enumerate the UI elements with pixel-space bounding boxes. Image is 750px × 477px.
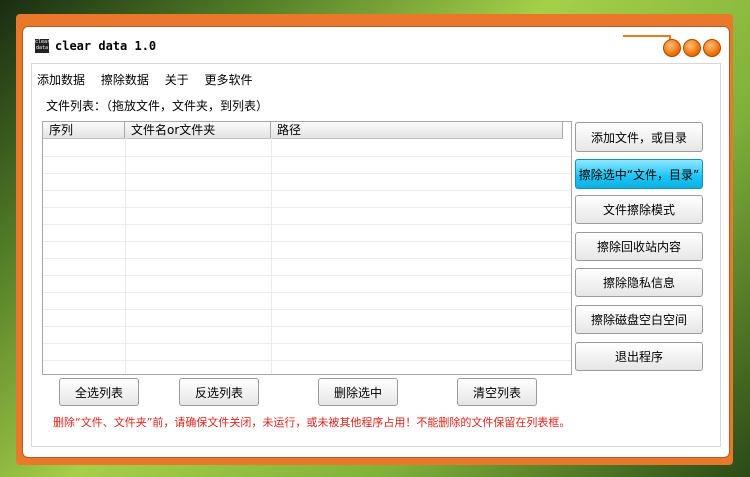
table-row (43, 343, 571, 344)
watermark-url: www.xiazaiba.com (598, 434, 698, 443)
close-button[interactable] (703, 39, 721, 57)
empty-recycle-bin-button[interactable]: 擦除回收站内容 (575, 232, 703, 261)
erase-selected-button[interactable]: 擦除选中“文件，目录” (575, 159, 703, 189)
table-row (43, 360, 571, 361)
table-row (43, 326, 571, 327)
table-row (43, 292, 571, 293)
table-row (43, 241, 571, 242)
column-header-index[interactable]: 序列 (43, 122, 125, 138)
file-list-label: 文件列表：（拖放文件，文件夹，到列表） (46, 99, 269, 113)
select-all-button[interactable]: 全选列表 (59, 378, 139, 406)
window-title: clear data 1.0 (55, 39, 157, 53)
app-window: clear data clear data 1.0 添加数据 擦除数据 关于 更… (22, 26, 730, 458)
erase-privacy-button[interactable]: 擦除隐私信息 (575, 268, 703, 297)
table-row (43, 309, 571, 310)
title-bar[interactable]: clear data clear data 1.0 (23, 27, 729, 57)
table-row (43, 207, 571, 208)
table-row (43, 173, 571, 174)
add-file-or-folder-button[interactable]: 添加文件，或目录 (575, 122, 703, 152)
file-list[interactable]: 序列 文件名or文件夹 路径 (42, 121, 572, 375)
delete-selected-button[interactable]: 删除选中 (318, 378, 398, 406)
column-header-path[interactable]: 路径 (271, 122, 563, 138)
watermark-logo: 下载吧 (598, 397, 700, 437)
watermark: 下载吧 www.xiazaiba.com (598, 400, 738, 470)
app-icon: clear data (35, 39, 49, 53)
column-header-filename[interactable]: 文件名or文件夹 (125, 122, 271, 138)
wipe-free-space-button[interactable]: 擦除磁盘空白空间 (575, 305, 703, 334)
table-row (43, 258, 571, 259)
exit-button[interactable]: 退出程序 (575, 342, 703, 371)
maximize-button[interactable] (683, 39, 701, 57)
clear-list-button[interactable]: 清空列表 (457, 378, 537, 406)
minimize-button[interactable] (663, 39, 681, 57)
list-header: 序列 文件名or文件夹 路径 (43, 122, 563, 139)
menu-more-software[interactable]: 更多软件 (205, 73, 253, 87)
menu-erase-data[interactable]: 擦除数据 (101, 73, 149, 87)
menu-bar: 添加数据 擦除数据 关于 更多软件 (37, 71, 265, 88)
menu-add-data[interactable]: 添加数据 (37, 73, 85, 87)
table-row (43, 190, 571, 191)
table-row (43, 156, 571, 157)
warning-message: 删除“文件、文件夹”前，请确保文件关闭，未运行，或未被其他程序占用！不能删除的文… (53, 416, 571, 429)
erase-mode-button[interactable]: 文件擦除模式 (575, 195, 703, 224)
invert-selection-button[interactable]: 反选列表 (179, 378, 259, 406)
table-row (43, 275, 571, 276)
menu-about[interactable]: 关于 (165, 73, 189, 87)
table-row (43, 224, 571, 225)
